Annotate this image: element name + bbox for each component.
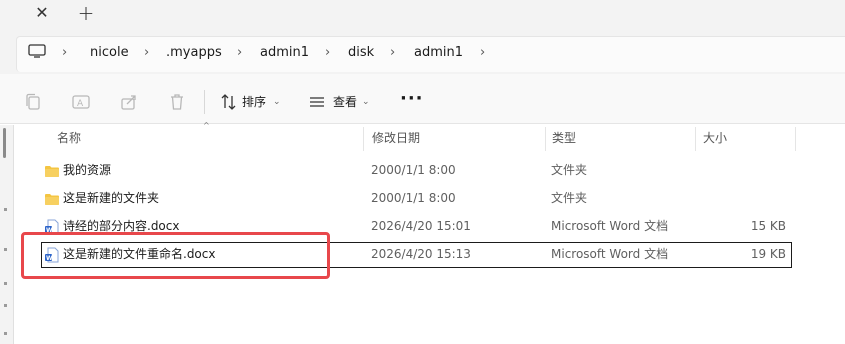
file-size: 15 KB (750, 219, 786, 233)
file-type: Microsoft Word 文档 (551, 247, 669, 261)
chevron-right-icon[interactable]: › (390, 44, 395, 61)
nav-scroll-marker (4, 304, 7, 307)
column-divider[interactable] (363, 127, 364, 151)
nav-scroll-marker (4, 282, 7, 285)
chevron-right-icon[interactable]: › (144, 44, 149, 61)
file-name: 这是新建的文件夹 (63, 191, 160, 205)
copy-icon[interactable] (23, 92, 43, 112)
file-row-my-resources[interactable]: 我的资源 2000/1/1 8:00 文件夹 (41, 158, 792, 184)
file-type: 文件夹 (551, 191, 588, 205)
file-name: 我的资源 (63, 163, 112, 177)
breadcrumb-myapps[interactable]: .myapps (166, 44, 222, 61)
breadcrumb-disk[interactable]: disk (348, 44, 374, 61)
file-date: 2000/1/1 8:00 (371, 163, 456, 177)
rename-icon[interactable]: A (71, 92, 91, 112)
breadcrumb-admin1[interactable]: admin1 (260, 44, 309, 61)
file-row-new-folder[interactable]: 这是新建的文件夹 2000/1/1 8:00 文件夹 (41, 186, 792, 212)
file-type: 文件夹 (551, 163, 588, 177)
nav-scroll-marker (4, 248, 7, 251)
view-icon[interactable] (307, 92, 327, 112)
chevron-right-icon[interactable]: › (62, 44, 67, 61)
svg-text:A: A (77, 99, 84, 109)
more-options-button[interactable]: ··· (400, 90, 423, 112)
navigation-pane-edge (0, 125, 14, 344)
nav-scroll-marker (4, 208, 7, 211)
file-date: 2026/4/20 15:13 (371, 247, 471, 261)
computer-icon[interactable] (28, 44, 46, 58)
chevron-down-icon[interactable]: ⌄ (362, 95, 370, 110)
file-date: 2000/1/1 8:00 (371, 191, 456, 205)
chevron-right-icon[interactable]: › (325, 44, 330, 61)
nav-scroll-marker (4, 332, 7, 335)
breadcrumb-admin1-current[interactable]: admin1 (414, 44, 463, 61)
view-button[interactable]: 查看 (333, 95, 357, 110)
nav-scrollbar-thumb[interactable] (3, 128, 6, 158)
column-divider[interactable] (795, 127, 796, 151)
file-date: 2026/4/20 15:01 (371, 219, 471, 233)
sort-icon[interactable] (219, 92, 239, 112)
delete-icon[interactable] (167, 92, 187, 112)
folder-icon (45, 194, 59, 205)
close-icon[interactable]: ✕ (33, 4, 51, 22)
column-header-type[interactable]: 类型 (552, 131, 576, 146)
file-size: 19 KB (750, 247, 786, 261)
folder-icon (45, 166, 59, 177)
column-header-name[interactable]: 名称 (57, 131, 81, 146)
chevron-right-icon[interactable]: › (237, 44, 242, 61)
chevron-right-icon[interactable]: › (480, 44, 485, 61)
column-header-date[interactable]: 修改日期 (372, 131, 420, 146)
column-divider[interactable] (695, 127, 696, 151)
share-icon[interactable] (119, 92, 139, 112)
chevron-down-icon[interactable]: ⌄ (273, 95, 281, 110)
sort-button[interactable]: 排序 (242, 95, 266, 110)
column-divider[interactable] (545, 127, 546, 151)
file-type: Microsoft Word 文档 (551, 219, 669, 233)
plus-icon[interactable]: + (77, 3, 95, 23)
highlight-annotation-box (21, 232, 330, 279)
tab-strip (0, 0, 845, 32)
toolbar-divider (204, 90, 205, 114)
sort-ascending-icon: ^ (203, 121, 210, 130)
breadcrumb-nicole[interactable]: nicole (90, 44, 129, 61)
column-header-size[interactable]: 大小 (703, 131, 727, 146)
